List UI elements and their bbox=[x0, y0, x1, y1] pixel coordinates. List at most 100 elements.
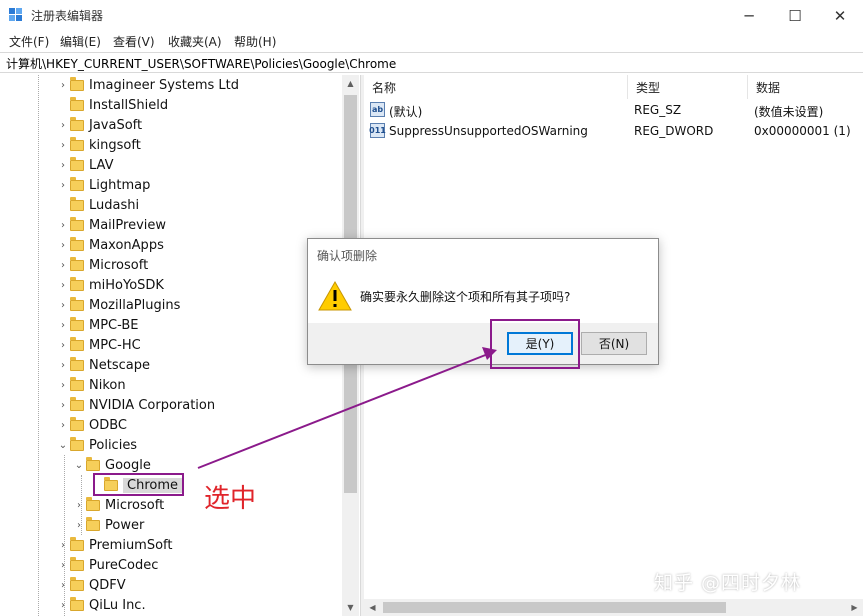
folder-icon bbox=[70, 76, 84, 91]
menu-view[interactable]: 查看(V) bbox=[113, 33, 155, 50]
collapse-icon[interactable]: ⌄ bbox=[56, 440, 70, 451]
tree-item-google[interactable]: ⌄ Google bbox=[72, 455, 151, 475]
tree-item-label: QiLu Inc. bbox=[89, 597, 146, 613]
expand-icon[interactable]: › bbox=[56, 160, 70, 171]
address-bar[interactable]: 计算机\HKEY_CURRENT_USER\SOFTWARE\Policies\… bbox=[0, 52, 863, 73]
tree-item-label: miHoYoSDK bbox=[89, 277, 164, 293]
expand-icon[interactable]: › bbox=[56, 180, 70, 191]
tree-item[interactable]: › kingsoft bbox=[56, 135, 141, 155]
expand-icon[interactable]: › bbox=[56, 380, 70, 391]
tree-item[interactable]: › Power bbox=[72, 515, 144, 535]
dialog-message: 确实要永久删除这个项和所有其子项吗? bbox=[360, 290, 571, 304]
tree-item-label: MPC-BE bbox=[89, 317, 139, 333]
value-row[interactable]: ab (默认) REG_SZ (数值未设置) bbox=[364, 100, 863, 121]
scroll-right-icon[interactable]: ▶ bbox=[846, 599, 863, 616]
expand-icon[interactable]: › bbox=[56, 600, 70, 611]
tree-item-label: PremiumSoft bbox=[89, 537, 173, 553]
close-button[interactable]: ✕ bbox=[817, 0, 863, 31]
tree-item[interactable]: › LAV bbox=[56, 155, 114, 175]
tree-item[interactable]: › Nikon bbox=[56, 375, 126, 395]
tree-item[interactable]: › MaxonApps bbox=[56, 235, 164, 255]
chrome-highlight bbox=[93, 473, 184, 496]
tree-item[interactable]: › MailPreview bbox=[56, 215, 166, 235]
expand-icon[interactable]: › bbox=[56, 560, 70, 571]
list-hscrollbar[interactable]: ◀ ▶ bbox=[364, 599, 863, 616]
expand-icon[interactable]: › bbox=[56, 420, 70, 431]
expand-icon[interactable]: › bbox=[56, 540, 70, 551]
list-scroll-thumb[interactable] bbox=[383, 602, 726, 613]
window-title: 注册表编辑器 bbox=[31, 9, 104, 23]
folder-icon bbox=[70, 196, 84, 211]
tree-item[interactable]: › NVIDIA Corporation bbox=[56, 395, 215, 415]
expand-icon[interactable]: › bbox=[56, 260, 70, 271]
tree-item[interactable]: › Microsoft bbox=[72, 495, 164, 515]
column-header-data[interactable]: 数据 bbox=[748, 75, 863, 99]
folder-icon bbox=[70, 256, 84, 271]
expand-icon[interactable]: › bbox=[56, 360, 70, 371]
value-name: SuppressUnsupportedOSWarning bbox=[389, 124, 588, 138]
menu-file[interactable]: 文件(F) bbox=[9, 33, 49, 50]
folder-icon bbox=[70, 296, 84, 311]
tree-item[interactable]: › Lightmap bbox=[56, 175, 150, 195]
folder-icon bbox=[70, 416, 84, 431]
scroll-up-icon[interactable]: ▲ bbox=[342, 75, 359, 92]
address-path[interactable]: 计算机\HKEY_CURRENT_USER\SOFTWARE\Policies\… bbox=[6, 55, 396, 72]
expand-icon[interactable]: › bbox=[56, 400, 70, 411]
tree-item-label: Microsoft bbox=[105, 497, 165, 513]
expand-icon[interactable]: › bbox=[56, 300, 70, 311]
tree-item[interactable]: Ludashi bbox=[56, 195, 139, 215]
tree-item-policies[interactable]: ⌄ Policies bbox=[56, 435, 137, 455]
collapse-icon[interactable]: ⌄ bbox=[72, 460, 86, 471]
expand-icon[interactable]: › bbox=[56, 580, 70, 591]
expand-icon[interactable]: › bbox=[72, 500, 86, 511]
folder-icon bbox=[70, 376, 84, 391]
tree-item[interactable]: › Microsoft bbox=[56, 255, 148, 275]
tree-item[interactable]: InstallShield bbox=[56, 95, 168, 115]
menu-edit[interactable]: 编辑(E) bbox=[60, 33, 101, 50]
menu-favorites[interactable]: 收藏夹(A) bbox=[168, 33, 222, 50]
expand-icon[interactable]: › bbox=[56, 140, 70, 151]
no-button[interactable]: 否(N) bbox=[581, 332, 647, 355]
folder-icon bbox=[86, 496, 100, 511]
minimize-button[interactable]: ─ bbox=[726, 0, 772, 31]
expand-icon[interactable]: › bbox=[56, 240, 70, 251]
column-header-type[interactable]: 类型 bbox=[628, 75, 748, 99]
tree-item[interactable]: › PremiumSoft bbox=[56, 535, 173, 555]
tree-item[interactable]: › MPC-HC bbox=[56, 335, 141, 355]
maximize-button[interactable]: ☐ bbox=[772, 0, 818, 31]
expand-icon[interactable]: › bbox=[56, 340, 70, 351]
tree-item[interactable]: › MozillaPlugins bbox=[56, 295, 180, 315]
tree-item-label: InstallShield bbox=[89, 97, 169, 113]
folder-icon bbox=[70, 96, 84, 111]
tree-item-label: Power bbox=[105, 517, 145, 533]
dword-value-icon: 011 bbox=[369, 123, 386, 138]
tree-item[interactable]: › JavaSoft bbox=[56, 115, 142, 135]
scroll-down-icon[interactable]: ▼ bbox=[342, 599, 359, 616]
value-row[interactable]: 011 SuppressUnsupportedOSWarning REG_DWO… bbox=[364, 121, 863, 142]
value-type: REG_SZ bbox=[634, 103, 682, 117]
tree-item[interactable]: › ODBC bbox=[56, 415, 127, 435]
expand-icon[interactable]: › bbox=[56, 220, 70, 231]
tree-item[interactable]: › miHoYoSDK bbox=[56, 275, 164, 295]
expand-icon[interactable]: › bbox=[56, 80, 70, 91]
expand-icon[interactable]: › bbox=[56, 280, 70, 291]
tree-item[interactable]: › PureCodec bbox=[56, 555, 158, 575]
folder-icon bbox=[70, 556, 84, 571]
folder-icon bbox=[70, 216, 84, 231]
expand-icon[interactable]: › bbox=[56, 320, 70, 331]
expand-icon[interactable]: › bbox=[56, 120, 70, 131]
expand-icon[interactable]: › bbox=[72, 520, 86, 531]
tree-item[interactable]: › QDFV bbox=[56, 575, 126, 595]
warning-icon bbox=[318, 281, 352, 311]
tree-item[interactable]: › Imagineer Systems Ltd bbox=[56, 75, 239, 95]
tree-item[interactable]: › Netscape bbox=[56, 355, 150, 375]
tree-item[interactable]: › MPC-BE bbox=[56, 315, 139, 335]
column-header-name[interactable]: 名称 bbox=[364, 75, 628, 99]
watermark: 知乎 @四时夕林 bbox=[654, 572, 802, 594]
scroll-left-icon[interactable]: ◀ bbox=[364, 599, 381, 616]
menu-help[interactable]: 帮助(H) bbox=[234, 33, 276, 50]
regedit-app-icon bbox=[9, 8, 22, 21]
value-type: REG_DWORD bbox=[634, 124, 714, 138]
tree-item[interactable]: › QiLu Inc. bbox=[56, 595, 146, 615]
folder-icon bbox=[86, 516, 100, 531]
